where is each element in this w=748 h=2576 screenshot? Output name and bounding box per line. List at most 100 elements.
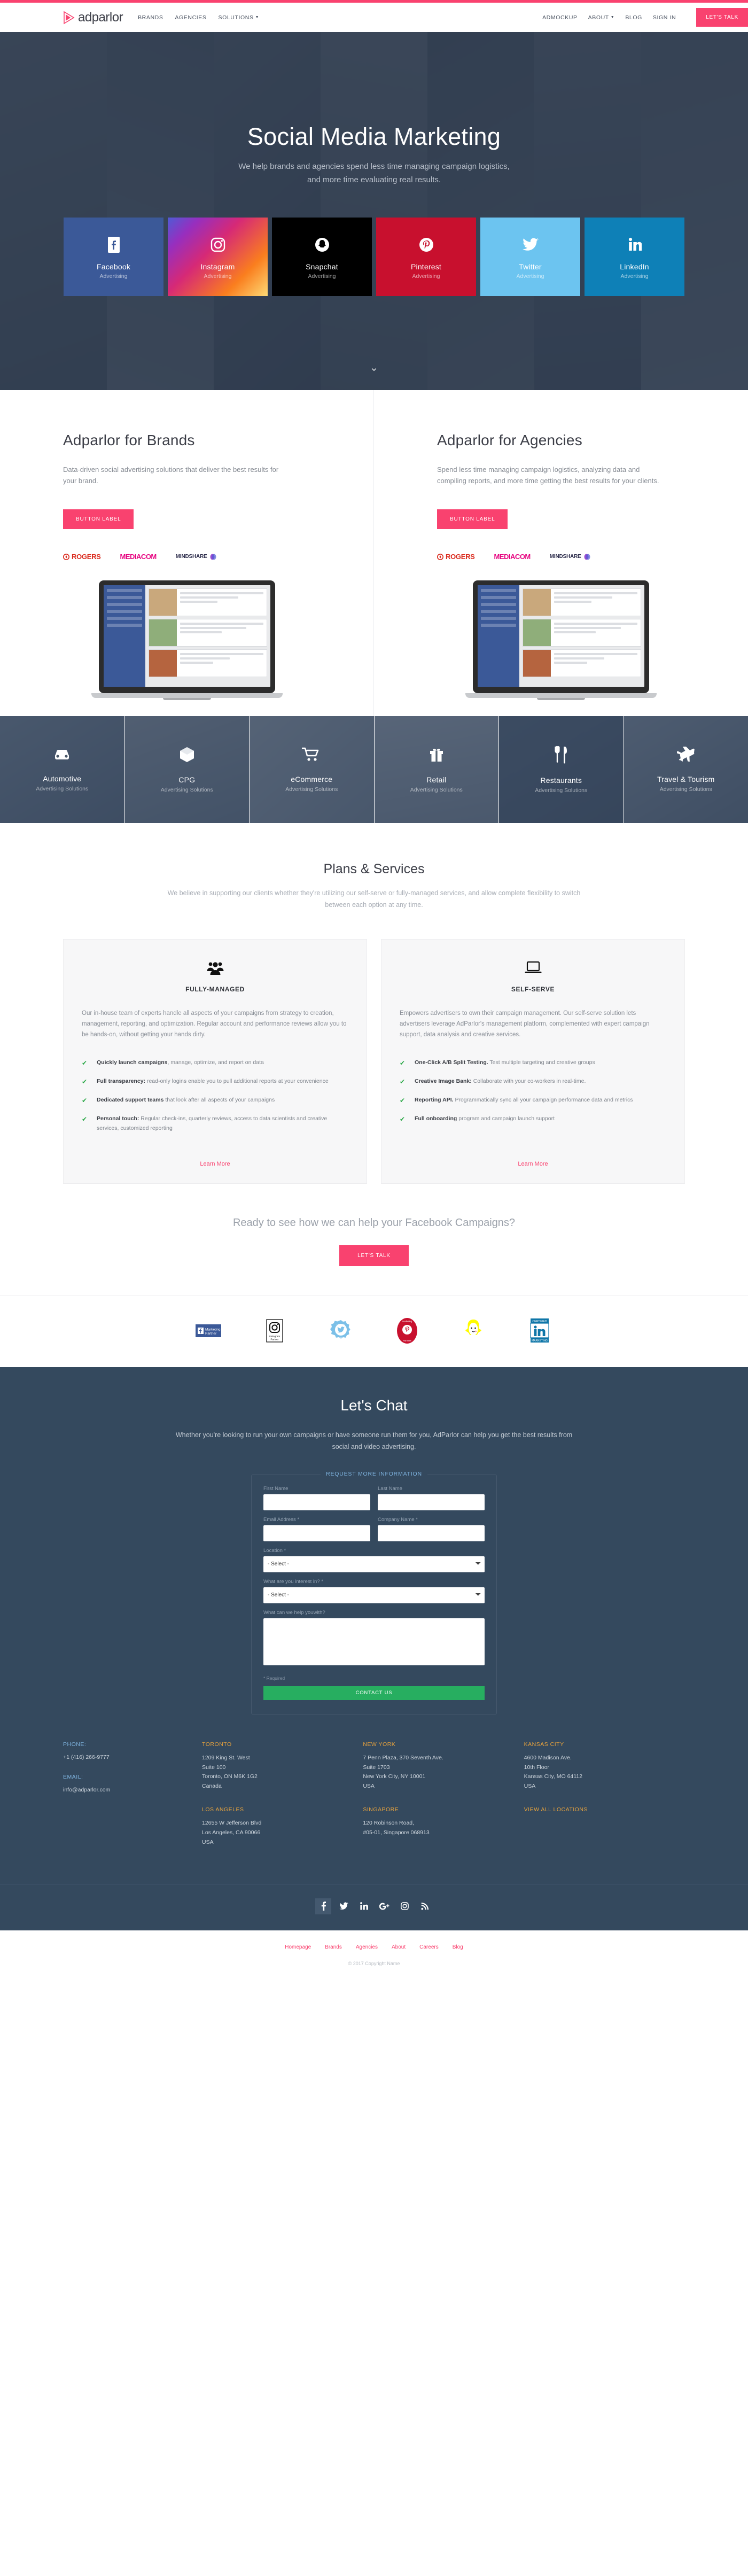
footer-rss-icon[interactable] bbox=[417, 1898, 433, 1914]
first-name-group: First Name bbox=[263, 1486, 370, 1510]
footer-instagram-icon[interactable] bbox=[396, 1898, 412, 1914]
address-line: Toronto, ON M6K 1G2 bbox=[202, 1773, 258, 1780]
adparlor-logo[interactable]: adparlor bbox=[63, 10, 123, 25]
mock-feed bbox=[145, 585, 270, 687]
platform-tiles: Facebook Advertising Instagram Advertisi… bbox=[64, 217, 684, 296]
twitter-official-partner-badge[interactable]: OFFICIAL PARTNER bbox=[327, 1317, 355, 1345]
plan-card-fully-managed-learn-more[interactable]: Learn More bbox=[82, 1143, 348, 1183]
contact-form-legend: REQUEST MORE INFORMATION bbox=[263, 1470, 485, 1477]
nav-item-admockup[interactable]: ADMOCKUP bbox=[542, 14, 577, 21]
industry-tile-cpg[interactable]: CPG Advertising Solutions bbox=[124, 716, 250, 823]
email-value[interactable]: info@adparlor.com bbox=[63, 1786, 202, 1795]
client-logo-rogers: ROGERS bbox=[437, 553, 475, 561]
industry-tile-retail[interactable]: Retail Advertising Solutions bbox=[374, 716, 499, 823]
platform-tile-facebook-sub: Advertising bbox=[99, 273, 128, 280]
platform-tile-linkedin[interactable]: LinkedIn Advertising bbox=[585, 217, 684, 296]
twitter-icon bbox=[521, 234, 540, 256]
office-la-address: 12655 W Jefferson Blvd Los Angeles, CA 9… bbox=[202, 1819, 363, 1848]
ready-lets-talk-button[interactable]: LET'S TALK bbox=[339, 1245, 409, 1266]
nav-item-solutions[interactable]: SOLUTIONS ▼ bbox=[219, 14, 260, 21]
plane-icon bbox=[675, 746, 695, 765]
footer-linkedin-icon[interactable] bbox=[356, 1898, 372, 1914]
plan-cards: FULLY-MANAGED Our in-house team of exper… bbox=[0, 938, 748, 1184]
industry-tile-automotive-sub: Advertising Solutions bbox=[36, 785, 89, 792]
platform-tile-instagram[interactable]: Instagram Advertising bbox=[168, 217, 268, 296]
footer-offices-col-3: KANSAS CITY 4600 Madison Ave. 10th Floor… bbox=[524, 1741, 685, 1863]
footer-link-about[interactable]: About bbox=[392, 1944, 406, 1950]
list-item: ✔ Dedicated support teams that look after… bbox=[82, 1096, 348, 1105]
phone-value[interactable]: +1 (416) 266-9777 bbox=[63, 1753, 202, 1762]
contact-us-submit-button[interactable]: CONTACT US bbox=[263, 1686, 485, 1700]
nav-item-brands[interactable]: BRANDS bbox=[138, 14, 163, 21]
footer-link-agencies[interactable]: Agencies bbox=[356, 1944, 378, 1950]
snapchat-partner-badge[interactable] bbox=[459, 1317, 487, 1345]
view-all-locations-link[interactable]: VIEW ALL LOCATIONS bbox=[524, 1806, 685, 1813]
agencies-cta-button[interactable]: BUTTON LABEL bbox=[437, 509, 508, 529]
footer-link-careers[interactable]: Careers bbox=[419, 1944, 439, 1950]
lets-chat-heading: Let's Chat bbox=[340, 1396, 408, 1414]
snapchat-icon bbox=[314, 234, 331, 256]
footer-facebook-icon[interactable] bbox=[315, 1898, 331, 1914]
linkedin-certified-marketing-badge[interactable]: CERTIFIED MARKETING bbox=[526, 1317, 554, 1345]
client-logo-mindshare-text: MINDSHARE bbox=[549, 554, 581, 560]
nav-item-agencies[interactable]: AGENCIES bbox=[175, 14, 206, 21]
brands-description: Data-driven social advertising solutions… bbox=[63, 465, 279, 485]
platform-tile-snapchat-name: Snapchat bbox=[306, 262, 338, 271]
message-group: What can we help youwith? bbox=[263, 1610, 485, 1668]
plan-card-self-serve-desc: Empowers advertisers to own their campai… bbox=[400, 1010, 650, 1038]
nav-item-agencies-label: AGENCIES bbox=[175, 14, 207, 21]
location-label: Location * bbox=[263, 1547, 286, 1554]
instagram-partner-badge[interactable]: Instagram Partner bbox=[261, 1317, 289, 1345]
footer-link-brands[interactable]: Brands bbox=[325, 1944, 342, 1950]
platform-tile-pinterest[interactable]: Pinterest Advertising bbox=[376, 217, 476, 296]
message-textarea[interactable] bbox=[263, 1618, 485, 1665]
office-kansas-city: KANSAS CITY 4600 Madison Ave. 10th Floor… bbox=[524, 1741, 685, 1791]
feature-bold: Personal touch: bbox=[97, 1115, 139, 1122]
industry-tile-restaurants[interactable]: Restaurants Advertising Solutions bbox=[499, 716, 624, 823]
address-line: 120 Robinson Road, bbox=[363, 1820, 415, 1827]
nav-item-sign-in[interactable]: SIGN IN bbox=[653, 14, 676, 21]
footer-link-blog[interactable]: Blog bbox=[453, 1944, 463, 1950]
facebook-marketing-partner-badge[interactable]: Marketing Partner bbox=[194, 1317, 222, 1345]
facebook-icon bbox=[107, 234, 121, 256]
nav-item-about-label: ABOUT bbox=[588, 14, 609, 21]
last-name-label: Last Name bbox=[378, 1485, 402, 1492]
svg-text:PARTNER: PARTNER bbox=[336, 1337, 346, 1339]
pinterest-marketing-partner-badge[interactable]: marketing Partners bbox=[393, 1317, 421, 1345]
company-name-input[interactable] bbox=[378, 1525, 485, 1541]
office-singapore-address: 120 Robinson Road, #05-01, Singapore 068… bbox=[363, 1819, 524, 1838]
brands-cta-button[interactable]: BUTTON LABEL bbox=[63, 509, 134, 529]
footer-link-homepage[interactable]: Homepage bbox=[285, 1944, 311, 1950]
brands-column: Adparlor for Brands Data-driven social a… bbox=[0, 390, 374, 716]
industry-tile-travel-tourism[interactable]: Travel & Tourism Advertising Solutions bbox=[624, 716, 748, 823]
platform-tile-linkedin-sub: Advertising bbox=[620, 273, 649, 280]
platform-tile-linkedin-name: LinkedIn bbox=[620, 262, 649, 271]
nav-item-about[interactable]: ABOUT ▼ bbox=[588, 14, 615, 21]
email-field[interactable] bbox=[263, 1525, 370, 1541]
footer-google-plus-icon[interactable] bbox=[376, 1898, 392, 1914]
industry-tile-ecommerce[interactable]: eCommerce Advertising Solutions bbox=[250, 716, 375, 823]
plan-card-self-serve-learn-more[interactable]: Learn More bbox=[400, 1143, 666, 1183]
location-select[interactable]: - Select - bbox=[263, 1556, 485, 1572]
last-name-input[interactable] bbox=[378, 1494, 485, 1510]
agencies-description: Spend less time managing campaign logist… bbox=[437, 465, 659, 485]
nav-lets-talk-button[interactable]: LET'S TALK bbox=[696, 8, 748, 27]
platform-tile-snapchat[interactable]: Snapchat Advertising bbox=[272, 217, 372, 296]
scroll-down-chevron-icon[interactable]: ⌄ bbox=[370, 361, 379, 374]
interest-select[interactable]: - Select - bbox=[263, 1587, 485, 1603]
main-navigation: adparlor BRANDS AGENCIES SOLUTIONS ▼ ADMO… bbox=[0, 3, 748, 32]
feature-rest: Test multiple targeting and creative gro… bbox=[488, 1059, 595, 1066]
address-line: 10th Floor bbox=[524, 1764, 549, 1771]
first-name-input[interactable] bbox=[263, 1494, 370, 1510]
client-logo-mindshare: MINDSHARE bbox=[550, 553, 591, 561]
platform-tile-twitter-sub: Advertising bbox=[516, 273, 544, 280]
platform-tile-twitter[interactable]: Twitter Advertising bbox=[480, 217, 580, 296]
footer-twitter-icon[interactable] bbox=[336, 1898, 352, 1914]
svg-text:Partner: Partner bbox=[270, 1338, 279, 1340]
list-item: ✔ Full transparency: read-only logins ena… bbox=[82, 1077, 348, 1087]
platform-tile-facebook[interactable]: Facebook Advertising bbox=[64, 217, 163, 296]
footer-bottom: Homepage Brands Agencies About Careers B… bbox=[0, 1930, 748, 1975]
nav-item-blog[interactable]: BLOG bbox=[625, 14, 642, 21]
svg-text:Partner: Partner bbox=[205, 1332, 217, 1336]
industry-tile-automotive[interactable]: Automotive Advertising Solutions bbox=[0, 716, 125, 823]
